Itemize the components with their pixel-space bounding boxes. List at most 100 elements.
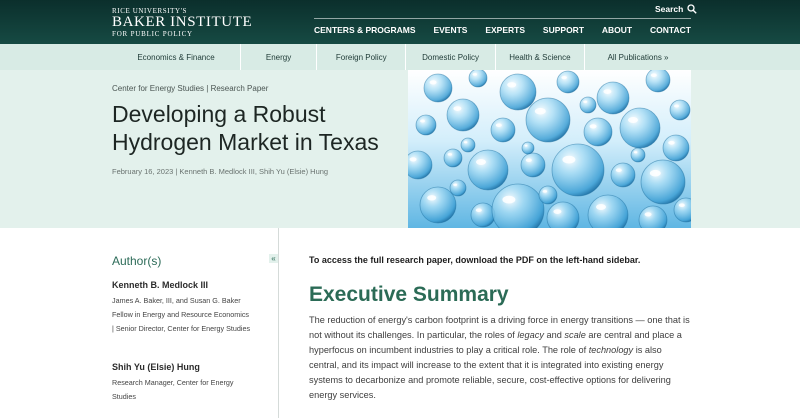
topic-foreign-policy[interactable]: Foreign Policy	[317, 44, 407, 70]
bubble	[468, 70, 488, 88]
author-name-hung[interactable]: Shih Yu (Elsie) Hung	[112, 362, 200, 372]
bubble-highlight	[589, 124, 597, 129]
executive-summary-paragraph: The reduction of energy's carbon footpri…	[309, 313, 694, 403]
publication-meta: February 16, 2023 | Kenneth B. Medlock I…	[112, 167, 329, 176]
bubble	[619, 107, 661, 149]
search-label: Search	[655, 4, 684, 14]
nav-about[interactable]: ABOUT	[602, 25, 632, 35]
collapse-sidebar-icon[interactable]: «	[269, 254, 278, 263]
bubble-highlight	[650, 73, 657, 77]
bubble-highlight	[453, 183, 458, 186]
bubble-highlight	[674, 104, 679, 108]
bubble	[408, 150, 433, 180]
bubble-highlight	[668, 140, 675, 145]
bubble-highlight	[596, 204, 606, 210]
search-icon	[687, 4, 698, 14]
topic-energy[interactable]: Energy	[241, 44, 318, 70]
bubble-highlight	[583, 100, 588, 103]
authors-heading: Author(s)	[112, 254, 162, 268]
bubble-highlight	[475, 208, 482, 212]
bubble	[630, 147, 646, 163]
bubble-highlight	[562, 155, 576, 164]
bubble-highlight	[553, 209, 562, 215]
bubble-highlight	[476, 159, 486, 165]
bubble	[551, 143, 605, 197]
bubble	[521, 141, 535, 155]
bubble-highlight	[447, 153, 453, 156]
bubble	[662, 134, 690, 162]
bubble-highlight	[628, 117, 638, 123]
emphasis-technology: technology	[588, 345, 634, 355]
paragraph-text: and	[543, 330, 565, 340]
bubble	[446, 98, 480, 132]
executive-summary-heading: Executive Summary	[309, 283, 509, 306]
topic-all-publications[interactable]: All Publications »	[585, 44, 691, 70]
bubble-highlight	[678, 203, 685, 207]
bubble-highlight	[633, 151, 638, 154]
bubble-highlight	[495, 123, 502, 127]
bubble-highlight	[420, 119, 425, 123]
bubble-highlight	[409, 157, 417, 162]
bubble-highlight	[463, 141, 468, 144]
hydrogen-bubbles-image	[408, 70, 691, 228]
author-name-medlock[interactable]: Kenneth B. Medlock III	[112, 280, 208, 290]
nav-events[interactable]: EVENTS	[433, 25, 467, 35]
topic-health-science[interactable]: Health & Science	[496, 44, 586, 70]
page-title: Developing a Robust Hydrogen Market in T…	[112, 101, 379, 155]
nav-contact[interactable]: CONTACT	[650, 25, 691, 35]
bubble-highlight	[534, 107, 546, 115]
bubble-highlight	[507, 82, 517, 88]
breadcrumb[interactable]: Center for Energy Studies | Research Pap…	[112, 84, 268, 93]
bubble	[423, 73, 453, 103]
logo-line-2: BAKER INSTITUTE	[112, 14, 253, 30]
bubble	[419, 186, 457, 224]
bubble-highlight	[542, 190, 548, 193]
bubble	[415, 114, 437, 136]
topic-nav: Economics & Finance Energy Foreign Polic…	[0, 44, 800, 70]
bubble	[610, 162, 636, 188]
bubble	[583, 117, 613, 147]
bubble-highlight	[525, 158, 532, 162]
bubble-highlight	[644, 212, 652, 217]
bubble	[556, 70, 580, 94]
bubble	[579, 96, 597, 114]
bubble	[467, 149, 509, 191]
bubble	[538, 185, 558, 205]
bubble	[470, 202, 496, 228]
nav-experts[interactable]: EXPERTS	[485, 25, 525, 35]
download-notice: To access the full research paper, downl…	[309, 255, 641, 265]
bubble-highlight	[615, 168, 622, 172]
nav-centers-programs[interactable]: CENTERS & PROGRAMS	[314, 25, 416, 35]
bubble-highlight	[524, 144, 528, 147]
author-role-hung: Research Manager, Center for Energy Stud…	[112, 378, 234, 401]
bubble	[596, 81, 630, 115]
bubble	[640, 159, 686, 205]
bubble	[525, 97, 571, 143]
bubble-highlight	[561, 75, 567, 80]
primary-nav: CENTERS & PROGRAMS EVENTS EXPERTS SUPPOR…	[314, 25, 691, 35]
nav-support[interactable]: SUPPORT	[543, 25, 584, 35]
bubble	[499, 73, 537, 111]
bubble	[645, 70, 671, 93]
logo-line-3: FOR PUBLIC POLICY	[112, 30, 193, 38]
bubble	[443, 148, 463, 168]
author-role-medlock: James A. Baker, III, and Susan G. Baker …	[112, 296, 251, 333]
bubble	[669, 99, 691, 121]
bubble	[449, 179, 467, 197]
bubble-highlight	[472, 73, 478, 76]
bubble-highlight	[453, 106, 462, 111]
baker-institute-logo[interactable]: RICE UNIVERSITY'S BAKER INSTITUTE FOR PU…	[112, 7, 252, 38]
topic-economics-finance[interactable]: Economics & Finance	[112, 44, 242, 70]
bubble-highlight	[603, 89, 612, 94]
nav-divider	[314, 18, 691, 19]
bubble-highlight	[502, 195, 516, 204]
author-sidebar: Author(s) « Kenneth B. Medlock III James…	[112, 228, 279, 418]
bubble-highlight	[429, 80, 437, 85]
bubble	[490, 117, 516, 143]
emphasis-legacy: legacy	[517, 330, 544, 340]
bubble-highlight	[649, 169, 661, 177]
site-header: RICE UNIVERSITY'S BAKER INSTITUTE FOR PU…	[0, 0, 800, 44]
search-button[interactable]: Search	[655, 4, 698, 14]
bubble	[520, 152, 546, 178]
topic-domestic-policy[interactable]: Domestic Policy	[406, 44, 496, 70]
